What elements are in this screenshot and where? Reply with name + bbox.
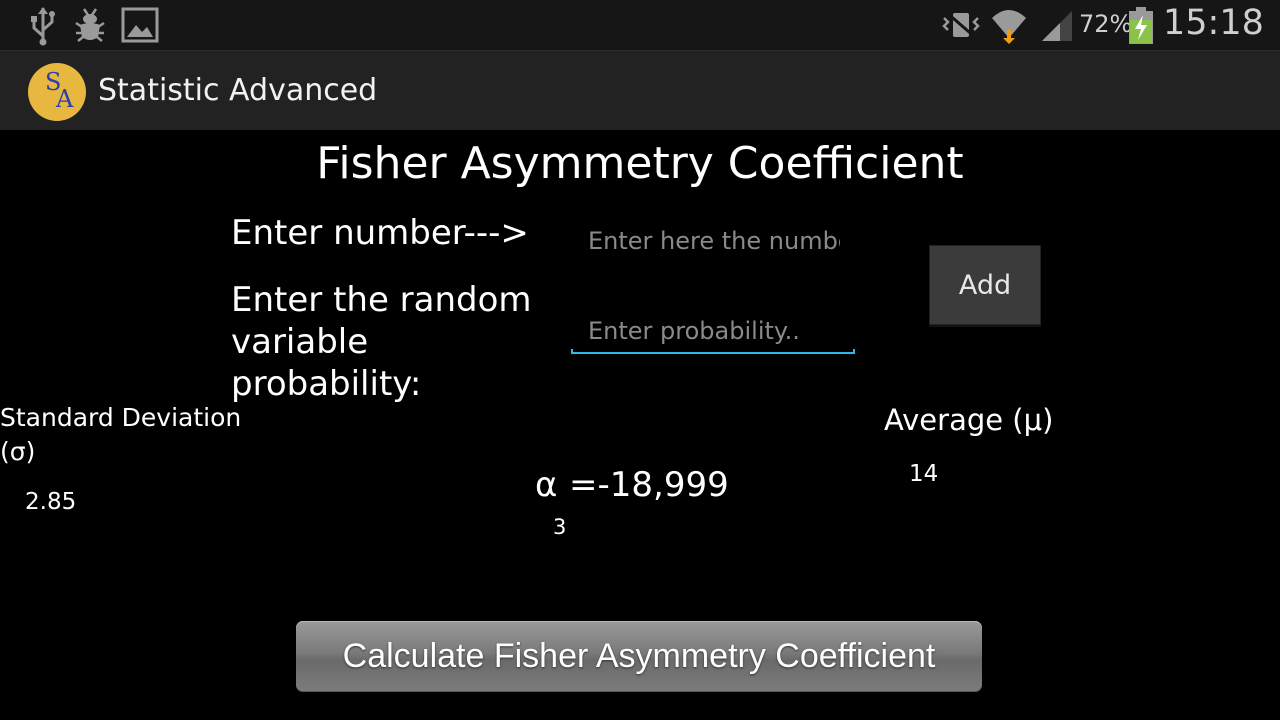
alpha-symbol: α [535, 465, 558, 505]
standard-deviation-label: Standard Deviation (σ) [0, 403, 242, 466]
usb-icon [31, 7, 55, 46]
action-bar: S A Statistic Advanced [0, 50, 1280, 130]
clock: 15:18 [1163, 3, 1264, 43]
app-title: Statistic Advanced [98, 73, 378, 108]
page-title: Fisher Asymmetry Coefficient [316, 138, 964, 189]
number-input[interactable] [588, 224, 840, 258]
calculate-button[interactable]: Calculate Fisher Asymmetry Coefficient [296, 621, 982, 692]
probability-input[interactable] [588, 314, 850, 348]
vibrate-icon [942, 10, 980, 40]
app-logo-a: A [56, 85, 74, 113]
status-bar: 72% 15:18 [0, 0, 1280, 50]
app-screen: 72% 15:18 S A Statistic Advanced Fisher … [0, 0, 1280, 720]
probability-input-underline [571, 349, 855, 354]
average-label: Average (μ) [884, 403, 1054, 437]
average-value: 14 [909, 461, 939, 487]
battery-charging-icon [1129, 7, 1153, 44]
alpha-value: =-18,999 [569, 465, 729, 505]
alpha-subscript: 3 [553, 515, 567, 539]
standard-deviation-value: 2.85 [25, 489, 77, 515]
wifi-icon [992, 10, 1026, 44]
image-icon [121, 7, 159, 43]
number-label: Enter number---> [231, 213, 529, 253]
battery-percent: 72% [1079, 10, 1133, 38]
probability-label: Enter the random variable probability: [231, 280, 532, 404]
signal-icon [1042, 11, 1072, 41]
app-logo[interactable]: S A [28, 63, 86, 121]
debug-icon [75, 8, 105, 42]
add-button[interactable]: Add [929, 245, 1041, 325]
